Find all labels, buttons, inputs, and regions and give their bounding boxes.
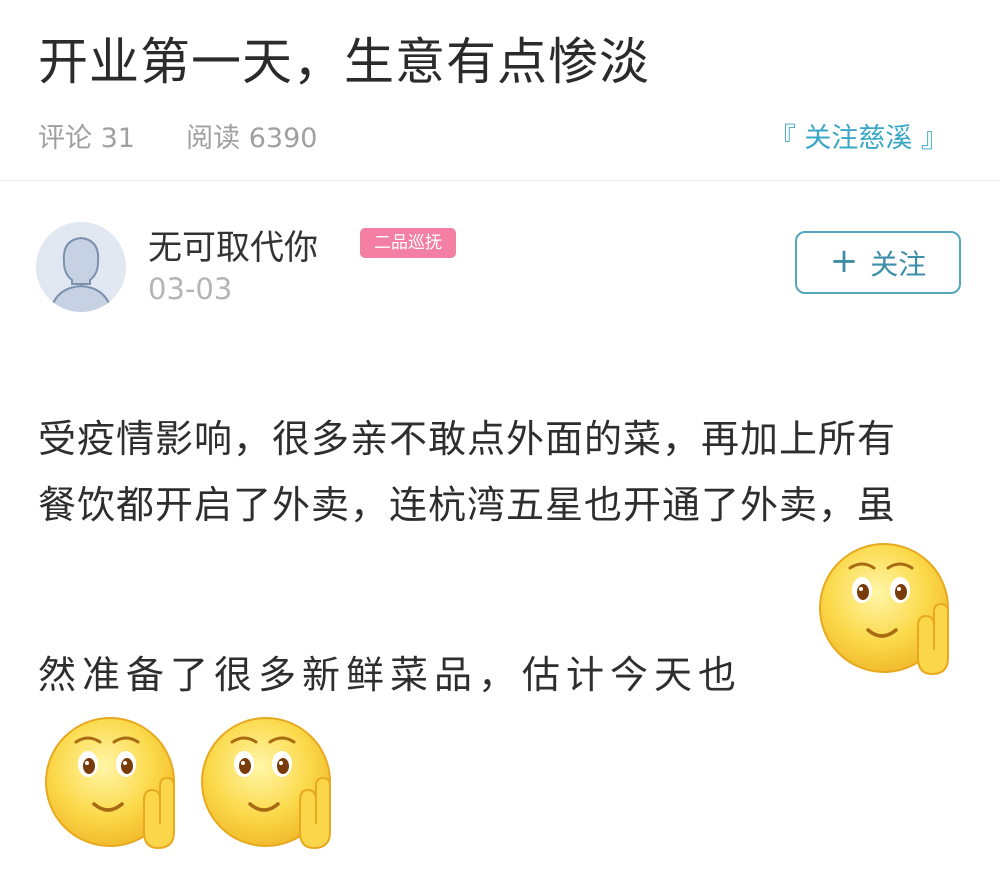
- post-body-line: 然准备了很多新鲜菜品，估计今天也: [38, 653, 743, 697]
- salute-emoji-icon: [200, 712, 340, 852]
- salute-emoji-icon: [818, 538, 958, 678]
- follow-board-link[interactable]: 『 关注慈溪 』: [769, 116, 948, 155]
- plus-icon: +: [829, 241, 859, 281]
- post-body-line: 受疫情影响，很多亲不敢点外面的菜，再加上所有: [38, 417, 897, 461]
- rank-badge: 二品巡抚: [360, 228, 456, 258]
- follow-button-label: 关注: [870, 247, 927, 281]
- comment-count[interactable]: 评论 31: [38, 123, 135, 154]
- post-meta: 评论 31 阅读 6390: [38, 116, 317, 155]
- divider: [0, 180, 1000, 181]
- post-title: 开业第一天，生意有点惨淡: [38, 33, 650, 91]
- avatar[interactable]: [36, 222, 126, 312]
- user-silhouette-icon: [36, 222, 126, 312]
- read-count: 阅读 6390: [186, 123, 318, 154]
- post-body-line: 餐饮都开启了外卖，连杭湾五星也开通了外卖，虽: [38, 483, 897, 527]
- author-name[interactable]: 无可取代你: [148, 220, 318, 269]
- follow-button[interactable]: + 关注: [795, 231, 961, 294]
- salute-emoji-icon: [44, 712, 184, 852]
- post-date: 03-03: [148, 272, 233, 306]
